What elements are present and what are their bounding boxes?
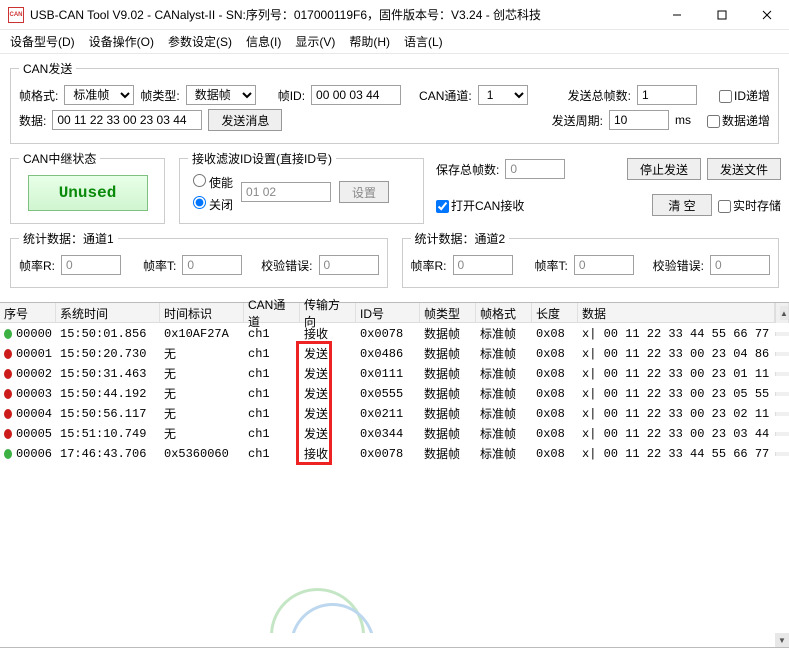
table-row[interactable]: 0000015:50:01.8560x10AF27Ach1接收0x0078数据帧… <box>0 323 789 343</box>
ch1-err <box>319 255 379 275</box>
th-seq[interactable]: 序号 <box>0 303 56 323</box>
th-ftype[interactable]: 帧类型 <box>420 303 476 323</box>
filter-enable-radio[interactable]: 使能 <box>188 171 233 191</box>
relay-legend: CAN中继状态 <box>19 150 100 167</box>
th-data[interactable]: 数据 <box>578 303 775 323</box>
send-period-label: 发送周期: <box>552 112 603 129</box>
status-dot <box>4 429 12 439</box>
menu-language[interactable]: 语言(L) <box>400 31 447 52</box>
status-dot <box>4 389 12 399</box>
data-label: 数据: <box>19 112 46 129</box>
filter-disable-radio[interactable]: 关闭 <box>188 193 233 213</box>
table-row[interactable]: 0000115:50:20.730无ch1发送0x0486数据帧标准帧0x08x… <box>0 343 789 363</box>
table-row[interactable]: 0000617:46:43.7060x5360060ch1接收0x0078数据帧… <box>0 443 789 463</box>
th-timemark[interactable]: 时间标识 <box>160 303 244 323</box>
status-dot <box>4 369 12 379</box>
channel-label: CAN通道: <box>419 87 472 104</box>
stats-ch2-legend: 统计数据：通道2 <box>411 230 510 247</box>
th-chan[interactable]: CAN通道 <box>244 303 300 323</box>
table-row[interactable]: 0000315:50:44.192无ch1发送0x0555数据帧标准帧0x08x… <box>0 383 789 403</box>
window-title: USB-CAN Tool V9.02 - CANalyst-II - SN:序列… <box>30 6 654 23</box>
th-systime[interactable]: 系统时间 <box>56 303 160 323</box>
watermark-icon <box>260 578 380 633</box>
frame-id-input[interactable] <box>311 85 401 105</box>
filter-group: 接收滤波ID设置(直接ID号) 使能 关闭 设置 <box>179 150 424 224</box>
ch2-rate-t <box>574 255 634 275</box>
open-recv-check[interactable]: 打开CAN接收 <box>436 197 524 214</box>
titlebar: CAN USB-CAN Tool V9.02 - CANalyst-II - S… <box>0 0 789 30</box>
filter-id-input[interactable] <box>241 182 331 202</box>
app-icon: CAN <box>8 7 24 23</box>
th-ffmt[interactable]: 帧格式 <box>476 303 532 323</box>
relay-status-group: CAN中继状态 Unused <box>10 150 165 224</box>
content-area: CAN发送 帧格式: 标准帧 帧类型: 数据帧 帧ID: CAN通道: 1 发送… <box>0 54 789 302</box>
menu-device-op[interactable]: 设备操作(O) <box>85 31 158 52</box>
maximize-button[interactable] <box>699 0 744 30</box>
clear-button[interactable]: 清 空 <box>652 194 712 216</box>
total-frames-label: 发送总帧数: <box>568 87 631 104</box>
menubar: 设备型号(D) 设备操作(O) 参数设定(S) 信息(I) 显示(V) 帮助(H… <box>0 30 789 54</box>
scroll-up-arrow[interactable]: ▲ <box>775 303 789 323</box>
frame-id-label: 帧ID: <box>278 87 305 104</box>
th-id[interactable]: ID号 <box>356 303 420 323</box>
can-send-legend: CAN发送 <box>19 60 76 77</box>
realtime-storage-check[interactable]: 实时存储 <box>718 197 781 214</box>
table-row[interactable]: 0000515:51:10.749无ch1发送0x0344数据帧标准帧0x08x… <box>0 423 789 443</box>
ch2-err <box>710 255 770 275</box>
id-increment-check[interactable]: ID递增 <box>719 87 770 104</box>
table-header: 序号 系统时间 时间标识 CAN通道 传输方向 ID号 帧类型 帧格式 长度 数… <box>0 303 789 323</box>
save-total-input <box>505 159 565 179</box>
frame-format-label: 帧格式: <box>19 87 58 104</box>
data-input[interactable] <box>52 110 202 130</box>
rate-r-label2: 帧率R: <box>411 257 447 274</box>
frame-type-select[interactable]: 数据帧 <box>186 85 256 105</box>
status-dot <box>4 349 12 359</box>
minimize-button[interactable] <box>654 0 699 30</box>
save-total-label: 保存总帧数: <box>436 161 499 178</box>
scroll-down-arrow[interactable]: ▼ <box>775 633 789 647</box>
th-dir[interactable]: 传输方向 <box>300 303 356 323</box>
menu-device-model[interactable]: 设备型号(D) <box>6 31 79 52</box>
menu-info[interactable]: 信息(I) <box>242 31 285 52</box>
filter-set-button[interactable]: 设置 <box>339 181 389 203</box>
menu-help[interactable]: 帮助(H) <box>345 31 394 52</box>
menu-param-set[interactable]: 参数设定(S) <box>164 31 236 52</box>
filter-legend: 接收滤波ID设置(直接ID号) <box>188 150 336 167</box>
stats-ch1-legend: 统计数据：通道1 <box>19 230 118 247</box>
send-file-button[interactable]: 发送文件 <box>707 158 781 180</box>
window-buttons <box>654 0 789 30</box>
menu-display[interactable]: 显示(V) <box>291 31 339 52</box>
close-button[interactable] <box>744 0 789 30</box>
channel-select[interactable]: 1 <box>478 85 528 105</box>
data-increment-check[interactable]: 数据递增 <box>707 112 770 129</box>
status-dot <box>4 409 12 419</box>
ch1-rate-r <box>61 255 121 275</box>
rate-t-label2: 帧率T: <box>535 257 568 274</box>
ch2-rate-r <box>453 255 513 275</box>
unused-button[interactable]: Unused <box>28 175 148 211</box>
table-row[interactable]: 0000415:50:56.117无ch1发送0x0211数据帧标准帧0x08x… <box>0 403 789 423</box>
stats-ch2-group: 统计数据：通道2 帧率R: 帧率T: 校验错误: <box>402 230 780 288</box>
table-row[interactable]: 0000215:50:31.463无ch1发送0x0111数据帧标准帧0x08x… <box>0 363 789 383</box>
th-len[interactable]: 长度 <box>532 303 578 323</box>
status-dot <box>4 329 12 339</box>
err-label: 校验错误: <box>261 257 312 274</box>
send-message-button[interactable]: 发送消息 <box>208 109 282 131</box>
can-send-group: CAN发送 帧格式: 标准帧 帧类型: 数据帧 帧ID: CAN通道: 1 发送… <box>10 60 779 144</box>
total-frames-input[interactable] <box>637 85 697 105</box>
err-label2: 校验错误: <box>653 257 704 274</box>
period-unit: ms <box>675 113 691 127</box>
rate-r-label: 帧率R: <box>19 257 55 274</box>
table-body[interactable]: 0000015:50:01.8560x10AF27Ach1接收0x0078数据帧… <box>0 323 789 633</box>
frame-type-label: 帧类型: <box>140 87 179 104</box>
rate-t-label: 帧率T: <box>143 257 176 274</box>
frame-format-select[interactable]: 标准帧 <box>64 85 134 105</box>
stop-send-button[interactable]: 停止发送 <box>627 158 701 180</box>
data-table: 序号 系统时间 时间标识 CAN通道 传输方向 ID号 帧类型 帧格式 长度 数… <box>0 302 789 648</box>
status-dot <box>4 449 12 459</box>
ch1-rate-t <box>182 255 242 275</box>
send-period-input[interactable] <box>609 110 669 130</box>
stats-ch1-group: 统计数据：通道1 帧率R: 帧率T: 校验错误: <box>10 230 388 288</box>
